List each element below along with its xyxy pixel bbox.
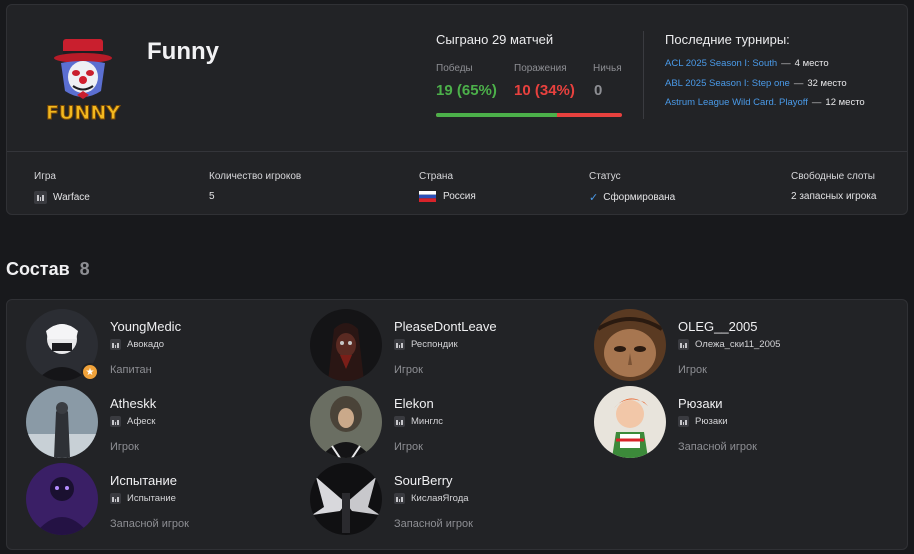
info-game: Игра Warface xyxy=(34,171,90,204)
team-header: FUNNY Funny Сыграно 29 матчей Победы Пор… xyxy=(7,5,907,152)
player-card[interactable]: Elekon Минглс Игрок xyxy=(310,386,580,462)
player-avatar[interactable] xyxy=(26,386,98,458)
player-name[interactable]: YoungMedic xyxy=(110,319,181,334)
tournament-place: 32 место xyxy=(807,77,847,89)
matches-played: Сыграно 29 матчей xyxy=(436,32,554,47)
win-bar-fill xyxy=(436,113,557,117)
game-value: Warface xyxy=(53,192,90,203)
recent-tournaments: Последние турниры: ACL 2025 Season I: So… xyxy=(665,32,905,117)
game-label: Игра xyxy=(34,171,56,182)
player-card[interactable]: Рюзаки Рюзаки Запасной игрок xyxy=(594,386,864,462)
tournament-place: 4 место xyxy=(794,58,829,69)
game-icon xyxy=(110,339,121,350)
losses-label: Поражения xyxy=(514,63,567,74)
team-name: Funny xyxy=(147,38,219,65)
tournament-item[interactable]: Astrum League Wild Card. Playoff —12 мест… xyxy=(665,97,905,117)
player-role: Капитан xyxy=(110,364,152,376)
wins-value: 19 (65%) xyxy=(436,82,497,99)
player-name[interactable]: OLEG__2005 xyxy=(678,319,758,334)
tournament-link[interactable]: ABL 2025 Season I: Step one xyxy=(665,78,790,89)
slots-label: Свободные слоты xyxy=(791,171,875,182)
players-label: Количество игроков xyxy=(209,171,302,182)
russia-flag-icon xyxy=(419,191,436,202)
player-game-nick: Авокадо xyxy=(127,339,165,350)
player-name[interactable]: PleaseDontLeave xyxy=(394,319,497,334)
status-label: Статус xyxy=(589,171,621,182)
player-name[interactable]: Рюзаки xyxy=(678,396,723,411)
player-game-nick: Олежа_ски11_2005 xyxy=(695,339,781,350)
country-value: Россия xyxy=(443,191,476,202)
player-game-nick: Рюзаки xyxy=(695,416,728,427)
player-game-nick: Респондик xyxy=(411,339,458,350)
divider xyxy=(643,31,644,119)
status-value: Сформирована xyxy=(603,192,676,203)
roster-panel: ★ YoungMedic Авокадо Капитан PleaseDontL… xyxy=(6,299,908,550)
player-role: Запасной игрок xyxy=(678,441,757,453)
player-role: Игрок xyxy=(678,364,707,376)
tournament-place: 12 место xyxy=(825,97,865,108)
player-role: Игрок xyxy=(394,364,423,376)
losses-value: 10 (34%) xyxy=(514,82,575,99)
player-game-nick: Минглс xyxy=(411,416,444,427)
tournament-item[interactable]: ABL 2025 Season I: Step one —32 место xyxy=(665,78,905,98)
players-value: 5 xyxy=(209,191,215,202)
player-card[interactable]: ★ YoungMedic Авокадо Капитан xyxy=(26,309,296,385)
game-icon xyxy=(678,339,689,350)
info-players: Количество игроков 5 xyxy=(209,171,301,202)
tournament-link[interactable]: Astrum League Wild Card. Playoff xyxy=(665,97,808,108)
match-stats: Сыграно 29 матчей Победы Поражения Ничья… xyxy=(436,32,622,117)
player-role: Запасной игрок xyxy=(394,518,473,530)
draws-value: 0 xyxy=(594,82,603,99)
team-logo-text: FUNNY xyxy=(46,102,120,124)
info-country: Страна Россия xyxy=(419,171,476,202)
player-card[interactable]: Испытание Испытание Запасной игрок xyxy=(26,463,296,539)
check-icon: ✓ xyxy=(589,192,599,204)
roster-heading: Состав 8 xyxy=(6,259,90,280)
game-icon xyxy=(394,339,405,350)
game-icon xyxy=(394,416,405,427)
game-icon xyxy=(110,493,121,504)
tournament-link[interactable]: ACL 2025 Season I: South xyxy=(665,58,777,69)
game-icon xyxy=(110,416,121,427)
win-loss-bar xyxy=(436,113,622,117)
tournaments-title: Последние турниры: xyxy=(665,32,790,47)
info-slots: Свободные слоты 2 запасных игрока xyxy=(791,171,876,202)
info-status: Статус ✓ Сформирована xyxy=(589,171,675,204)
slots-value: 2 запасных игрока xyxy=(791,191,877,202)
team-info-row: Игра Warface Количество игроков 5 Страна… xyxy=(7,151,907,215)
player-game-nick: КислаяЯгода xyxy=(411,493,469,504)
game-icon xyxy=(678,416,689,427)
player-name[interactable]: Elekon xyxy=(394,396,434,411)
player-card[interactable]: OLEG__2005 Олежа_ски11_2005 Игрок xyxy=(594,309,864,385)
player-game-nick: Испытание xyxy=(127,493,176,504)
team-card: FUNNY Funny Сыграно 29 матчей Победы Пор… xyxy=(6,4,908,215)
player-avatar[interactable] xyxy=(310,309,382,381)
player-name[interactable]: Atheskk xyxy=(110,396,156,411)
roster-title: Состав xyxy=(6,259,70,279)
player-role: Запасной игрок xyxy=(110,518,189,530)
player-avatar[interactable] xyxy=(310,463,382,535)
player-avatar[interactable] xyxy=(310,386,382,458)
country-label: Страна xyxy=(419,171,454,182)
player-name[interactable]: Испытание xyxy=(110,473,177,488)
player-card[interactable]: SourBerry КислаяЯгода Запасной игрок xyxy=(310,463,580,539)
draws-label: Ничья xyxy=(593,63,622,74)
player-avatar[interactable] xyxy=(594,386,666,458)
player-role: Игрок xyxy=(110,441,139,453)
player-name[interactable]: SourBerry xyxy=(394,473,453,488)
player-card[interactable]: Atheskk Афеск Игрок xyxy=(26,386,296,462)
roster-count: 8 xyxy=(79,259,90,279)
game-icon xyxy=(34,191,47,204)
captain-star-icon: ★ xyxy=(81,363,99,381)
player-avatar[interactable] xyxy=(594,309,666,381)
team-logo[interactable]: FUNNY xyxy=(41,33,125,125)
player-card[interactable]: PleaseDontLeave Респондик Игрок xyxy=(310,309,580,385)
wins-label: Победы xyxy=(436,63,473,74)
player-role: Игрок xyxy=(394,441,423,453)
player-game-nick: Афеск xyxy=(127,416,156,427)
game-icon xyxy=(394,493,405,504)
tournament-item[interactable]: ACL 2025 Season I: South —4 место xyxy=(665,58,905,78)
player-avatar[interactable] xyxy=(26,463,98,535)
